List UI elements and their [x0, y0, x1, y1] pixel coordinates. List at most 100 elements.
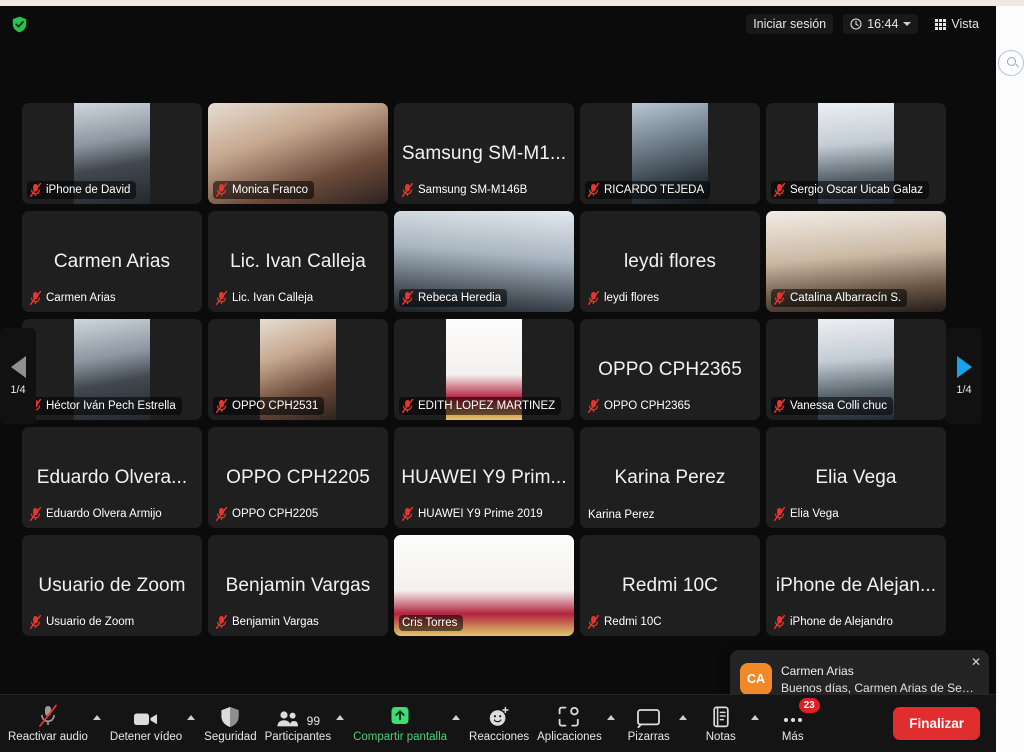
stop-video-button[interactable]: Detener vídeo [106, 698, 186, 750]
participant-tile[interactable]: Sergio Oscar Uicab Galaz [766, 103, 946, 204]
participant-name-label: Karina Perez [585, 507, 660, 523]
apps-button[interactable]: Aplicaciones [533, 698, 606, 750]
next-page-arrow-icon [957, 356, 972, 378]
end-meeting-button[interactable]: Finalizar [893, 707, 980, 740]
chat-toast-body: Carmen Arias Buenos días, Carmen Arias d… [781, 664, 979, 695]
grid-view-icon [935, 19, 946, 30]
participant-tile[interactable]: Carmen AriasCarmen Arias [22, 211, 202, 312]
share-screen-options-caret[interactable] [449, 698, 463, 750]
security-shield-icon[interactable] [10, 14, 28, 34]
unmute-audio-options-caret[interactable] [90, 698, 104, 750]
participant-name-label: Samsung SM-M146B [399, 181, 533, 199]
whiteboards-options-caret[interactable] [676, 698, 690, 750]
participants-count: 99 [307, 714, 320, 728]
participant-tile[interactable]: OPPO CPH2205 OPPO CPH2205 [208, 427, 388, 528]
participant-tile[interactable]: EDITH LÓPEZ MARTÍNEZ [394, 319, 574, 420]
participant-label-text: Monica Franco [232, 184, 308, 196]
participants-options-caret[interactable] [333, 698, 347, 750]
participant-tile[interactable]: Héctor Iván Pech Estrella [22, 319, 202, 420]
participant-display-name: OPPO CPH2205 [226, 467, 370, 489]
participant-tile[interactable]: Vanessa Colli chuc [766, 319, 946, 420]
notes-options-caret[interactable] [748, 698, 762, 750]
participant-tile[interactable]: HUAWEI Y9 Prim...HUAWEI Y9 Prime 2019 [394, 427, 574, 528]
sign-in-button[interactable]: Iniciar sesión [746, 14, 833, 34]
reactions-button[interactable]: Reacciones [465, 698, 533, 750]
apps-icon [558, 704, 580, 728]
participant-display-name: Usuario de Zoom [38, 575, 185, 597]
participant-tile[interactable]: Samsung SM-M1... Samsung SM-M146B [394, 103, 574, 204]
notes-button[interactable]: Notas [692, 698, 750, 750]
participant-name-label: OPPO CPH2205 [213, 505, 324, 523]
participant-display-name: Benjamin Vargas [226, 575, 371, 597]
participant-display-name: Lic. Ivan Calleja [230, 251, 366, 273]
participant-tile[interactable]: Elia VegaElia Vega [766, 427, 946, 528]
participant-tile[interactable]: Monica Franco [208, 103, 388, 204]
participant-tile[interactable]: Usuario de Zoom Usuario de Zoom [22, 535, 202, 636]
participant-tile[interactable]: iPhone de Alejan... iPhone de Alejandro [766, 535, 946, 636]
previous-page-button[interactable]: 1/4 [0, 328, 36, 424]
participant-tile[interactable]: Lic. Ivan CallejaLic. Ivan Calleja [208, 211, 388, 312]
view-button[interactable]: Vista [928, 14, 986, 34]
chevron-up-icon [751, 715, 759, 720]
participant-tile[interactable]: Cris Torres [394, 535, 574, 636]
participant-tile[interactable]: Rebeca Heredia [394, 211, 574, 312]
security-button[interactable]: Seguridad [200, 698, 260, 750]
participant-display-name: Eduardo Olvera... [37, 467, 188, 489]
participant-tile[interactable]: Catalina Albarracín S. [766, 211, 946, 312]
microphone-muted-icon [216, 615, 227, 629]
participant-tile[interactable]: OPPO CPH2531 [208, 319, 388, 420]
participant-display-name: Samsung SM-M1... [402, 143, 566, 165]
reactions-label: Reacciones [469, 731, 529, 743]
microphone-muted-icon [402, 183, 413, 197]
stop-video-options-caret[interactable] [184, 698, 198, 750]
participant-tile[interactable]: leydi floresleydi flores [580, 211, 760, 312]
share-screen-button[interactable]: Compartir pantalla [349, 698, 451, 750]
participant-name-label: RICARDO TEJEDA [585, 181, 710, 199]
participant-label-text: Vanessa Colli chuc [790, 400, 887, 412]
participant-tile[interactable]: Karina PerezKarina Perez [580, 427, 760, 528]
sign-in-label: Iniciar sesión [753, 17, 826, 31]
more-button[interactable]: Más23 [764, 698, 822, 750]
participant-tile[interactable]: Benjamin VargasBenjamin Vargas [208, 535, 388, 636]
participant-label-text: leydi flores [604, 292, 659, 304]
participant-tile[interactable]: RICARDO TEJEDA [580, 103, 760, 204]
next-page-button[interactable]: 1/4 [946, 328, 982, 424]
participant-label-text: RICARDO TEJEDA [604, 184, 704, 196]
participant-display-name: OPPO CPH2365 [598, 359, 742, 381]
participant-tile[interactable]: iPhone de David [22, 103, 202, 204]
participants-button[interactable]: 99Participantes [261, 698, 335, 750]
participant-label-text: iPhone de Alejandro [790, 616, 893, 628]
close-icon[interactable]: ✕ [971, 656, 981, 668]
participant-tile[interactable]: Redmi 10CRedmi 10C [580, 535, 760, 636]
microphone-muted-icon [30, 507, 41, 521]
participant-name-label: iPhone de David [27, 181, 136, 199]
microphone-muted-icon [216, 507, 227, 521]
participant-name-label: Cris Torres [399, 615, 463, 631]
participant-tile[interactable]: OPPO CPH2365OPPO CPH2365 [580, 319, 760, 420]
participant-label-text: Carmen Arias [46, 292, 116, 304]
microphone-muted-icon [588, 291, 599, 305]
participant-tile[interactable]: Eduardo Olvera...Eduardo Olvera Armijo [22, 427, 202, 528]
clock-icon [850, 18, 862, 30]
meeting-time-value: 16:44 [867, 17, 898, 31]
meeting-time-button[interactable]: 16:44 [843, 14, 918, 34]
unmute-audio-button[interactable]: Reactivar audio [4, 698, 92, 750]
whiteboards-button[interactable]: Pizarras [620, 698, 678, 750]
meeting-toolbar: Reactivar audioDetener vídeoSeguridad99P… [0, 694, 996, 752]
participant-name-label: Usuario de Zoom [27, 613, 140, 631]
participant-display-name: iPhone de Alejan... [776, 575, 936, 597]
chevron-up-icon [607, 715, 615, 720]
zoom-meeting-window: Iniciar sesión 16:44 Vista [0, 0, 1024, 752]
participant-label-text: Karina Perez [588, 509, 654, 521]
stop-video-label: Detener vídeo [110, 731, 182, 743]
view-label: Vista [951, 17, 979, 31]
search-input[interactable] [998, 50, 1024, 76]
participant-display-name: Elia Vega [815, 467, 896, 489]
page-indicator-right: 1/4 [956, 384, 971, 396]
microphone-muted-icon [774, 615, 785, 629]
participant-label-text: Catalina Albarracín S. [790, 292, 901, 304]
share-screen-label: Compartir pantalla [353, 731, 447, 743]
participant-grid: iPhone de David Monica Franco Samsung SM-M… [22, 103, 946, 638]
apps-options-caret[interactable] [604, 698, 618, 750]
participant-label-text: Héctor Iván Pech Estrella [46, 400, 176, 412]
